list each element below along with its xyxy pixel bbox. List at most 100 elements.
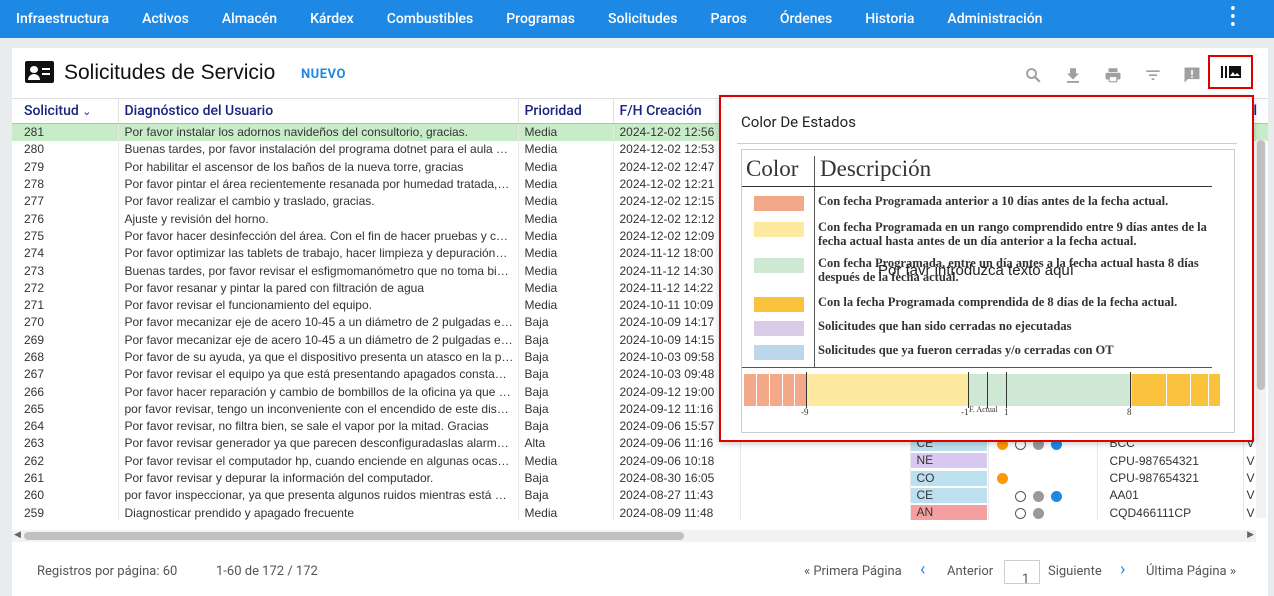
cell-indicators	[988, 452, 1098, 470]
cell-indicators	[988, 469, 1098, 487]
cell-diagnostico: Por favor pintar el área recientemente r…	[118, 175, 519, 193]
cell-equipo: AA01	[1097, 486, 1244, 505]
column-header-prioridad[interactable]: Prioridad	[518, 98, 614, 124]
records-per-page[interactable]: Registros por página: 60	[37, 564, 177, 579]
color-legend-icon[interactable]	[1208, 55, 1253, 89]
nav-item-0[interactable]: Infraestructura	[16, 11, 109, 27]
nav-item-10[interactable]: Administración	[947, 11, 1042, 27]
cell-id: 273	[12, 261, 119, 280]
top-nav: Infraestructura Activos Almacén Kárdex Combu…	[0, 0, 1274, 38]
cell-prioridad: Media	[518, 175, 614, 193]
nav-item-1[interactable]: Activos	[142, 11, 189, 27]
last-page-link[interactable]: Última Página »	[1146, 564, 1236, 579]
cell-id: 274	[12, 244, 119, 262]
nav-item-8[interactable]: Órdenes	[780, 11, 832, 27]
cell-diagnostico: Por favor revisar generador ya que parec…	[118, 434, 519, 453]
nav-item-9[interactable]: Historia	[865, 11, 914, 27]
nav-item-7[interactable]: Paros	[711, 11, 747, 27]
column-label: F/H Creación	[619, 103, 702, 119]
cell-id: 261	[12, 469, 119, 487]
cell-diagnostico: Por favor mecanizar eje de acero 10-45 a…	[118, 313, 519, 332]
popup-title: Color De Estados	[741, 113, 856, 131]
vertical-scrollbar[interactable]	[1256, 140, 1266, 518]
filter-icon[interactable]	[1142, 64, 1164, 86]
status-badge: AN	[910, 505, 987, 521]
scrollbar-thumb[interactable]	[1257, 140, 1265, 390]
cell-diagnostico: Por habilitar el ascensor de los baños d…	[118, 158, 519, 176]
cell-prioridad: Baja	[518, 365, 614, 383]
nav-item-5[interactable]: Programas	[506, 11, 575, 27]
legend-swatch	[754, 297, 804, 312]
legend-swatch	[754, 321, 804, 336]
cell-indicators	[988, 504, 1098, 522]
column-header-solicitud[interactable]: Solicitud ⌄	[12, 98, 119, 124]
nav-item-2[interactable]: Almacén	[222, 11, 277, 27]
legend-description: Solicitudes que han sido cerradas no eje…	[818, 319, 1072, 333]
cell-prioridad: Baja	[518, 469, 614, 487]
cell-fecha-creacion: 2024-08-09 11:48	[613, 504, 741, 522]
cell-prioridad: Media	[518, 504, 614, 522]
cell-id: 272	[12, 279, 119, 297]
divider	[737, 143, 1237, 144]
scroll-right-icon[interactable]: ▶	[1247, 530, 1254, 540]
legend-description: Solicitudes que ya fueron cerradas y/o c…	[818, 343, 1114, 357]
legend-swatch	[754, 222, 804, 237]
cell-diagnostico: Por favor de su ayuda, ya que el disposi…	[118, 348, 519, 366]
legend-description: Con la fecha Programada comprendida de 8…	[818, 295, 1178, 309]
column-header-diagnostico[interactable]: Diagnóstico del Usuario	[118, 98, 519, 124]
cell-id: 278	[12, 175, 119, 193]
scrollbar-thumb[interactable]	[24, 532, 684, 540]
download-icon[interactable]	[1062, 64, 1084, 86]
feedback-icon[interactable]	[1181, 64, 1203, 86]
horizontal-scrollbar[interactable]: ◀ ▶	[12, 530, 1256, 542]
nav-item-4[interactable]: Combustibles	[387, 11, 474, 27]
sort-desc-icon: ⌄	[82, 105, 92, 118]
next-page-link[interactable]: Siguiente	[1048, 564, 1102, 579]
nav-item-6[interactable]: Solicitudes	[608, 11, 677, 27]
cell-diagnostico: Por favor hacer desinfección del área. C…	[118, 227, 519, 245]
search-icon[interactable]	[1022, 64, 1044, 86]
scale-label: F. Actual	[969, 405, 998, 414]
cell-empty	[740, 452, 911, 470]
legend-swatch	[754, 258, 804, 273]
cell-empty	[740, 504, 911, 522]
status-dot-icon	[1014, 508, 1026, 519]
first-page-link[interactable]: « Primera Página	[804, 564, 902, 579]
cell-prioridad: Baja	[518, 331, 614, 349]
new-button[interactable]: NUEVO	[301, 67, 346, 82]
status-dot-icon	[997, 491, 1008, 502]
cell-prioridad: Baja	[518, 486, 614, 505]
table-row[interactable]: 260 por favor inspeccionar, ya que presen…	[12, 486, 1268, 505]
cell-diagnostico: por favor inspeccionar, ya que presenta …	[118, 486, 519, 505]
legend-description-header: Descripción	[820, 156, 932, 181]
print-icon[interactable]	[1102, 64, 1124, 86]
more-vert-icon[interactable]: • • •	[1230, 1, 1236, 35]
legend-color-header: Color	[746, 156, 799, 181]
chevron-left-icon[interactable]: ‹	[920, 559, 925, 580]
divider	[742, 367, 1212, 368]
cell-diagnostico: Por favor revisar, no filtra bien, se sa…	[118, 417, 519, 435]
scale-label: 1	[1004, 407, 1009, 417]
column-label: Diagnóstico del Usuario	[124, 103, 274, 119]
nav-item-3[interactable]: Kárdex	[310, 11, 354, 27]
cell-diagnostico: Ajuste y revisión del horno.	[118, 209, 519, 228]
cell-diagnostico: Buenas tardes, por favor revisar el esfi…	[118, 261, 519, 280]
cell-id: 275	[12, 227, 119, 245]
status-dot-icon	[1014, 490, 1026, 502]
cell-prioridad: Media	[518, 123, 614, 141]
cell-prioridad: Baja	[518, 348, 614, 366]
table-row[interactable]: 262 Por favor revisar el computador hp, c…	[12, 452, 1268, 470]
chevron-right-icon[interactable]: ›	[1120, 559, 1125, 580]
legend-description: Con fecha Programada, entre un día antes…	[818, 256, 1199, 284]
cell-prioridad: Baja	[518, 382, 614, 401]
page-number-input[interactable]: 1	[1004, 560, 1040, 587]
scroll-left-icon[interactable]: ◀	[14, 530, 21, 540]
table-row[interactable]: 259 Diagnosticar prendido y apagado frecu…	[12, 504, 1268, 522]
legend-description: Con fecha Programada en un rango compren…	[818, 220, 1207, 248]
cell-diagnostico: Por favor revisar el equipo ya que está …	[118, 365, 519, 383]
cell-prioridad: Media	[518, 140, 614, 159]
previous-page-link[interactable]: Anterior	[947, 564, 993, 579]
cell-empty	[740, 486, 911, 505]
cell-id: 262	[12, 452, 119, 470]
table-row[interactable]: 261 Por favor revisar y depurar la inform…	[12, 469, 1268, 487]
